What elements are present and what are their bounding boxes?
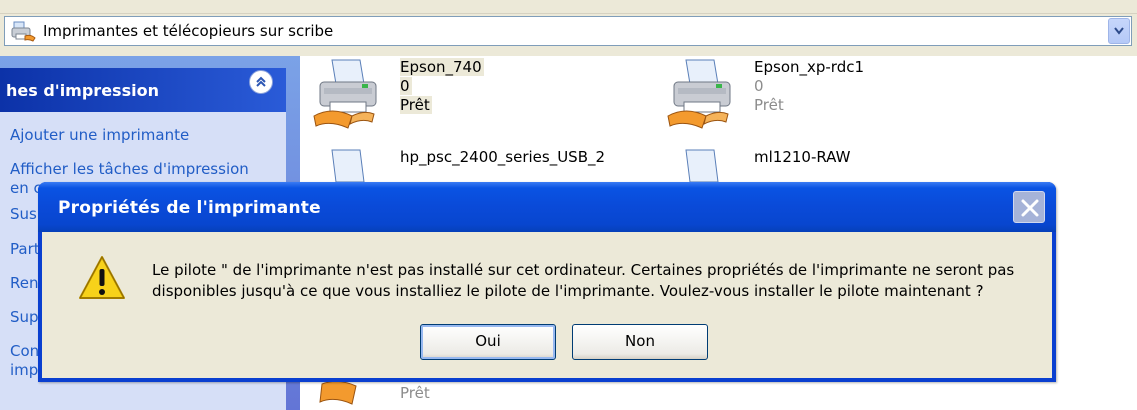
close-icon[interactable] bbox=[1013, 191, 1045, 223]
task-link-add-printer[interactable]: Ajouter une imprimante bbox=[10, 126, 189, 144]
dialog-titlebar[interactable]: Propriétés de l'imprimante bbox=[38, 182, 1056, 232]
printer-name: Epson_xp-rdc1 bbox=[754, 58, 865, 76]
task-group-title: hes d'impression bbox=[6, 81, 159, 100]
printer-labels: Epson_xp-rdc1 0 Prêt bbox=[754, 58, 864, 115]
chevron-down-icon[interactable] bbox=[1108, 18, 1130, 44]
dialog-message-line-1: Le pilote " de l'imprimante n'est pas in… bbox=[152, 261, 1015, 279]
warning-icon bbox=[78, 254, 126, 302]
double-chevron-up-icon[interactable] bbox=[249, 70, 273, 94]
dialog-message: Le pilote " de l'imprimante n'est pas in… bbox=[152, 260, 1042, 302]
printers-folder-icon bbox=[11, 20, 37, 42]
address-combo[interactable]: Imprimantes et télécopieurs sur scribe bbox=[4, 16, 1132, 46]
printer-labels: Prêt bbox=[400, 384, 430, 403]
task-link-view-jobs[interactable]: Afficher les tâches d'impression bbox=[10, 160, 249, 178]
printer-jobs: 0 bbox=[754, 77, 764, 95]
printer-name: Epson_740 bbox=[400, 58, 484, 76]
printer-icon bbox=[312, 58, 392, 130]
yes-button[interactable]: Oui bbox=[420, 324, 556, 360]
printer-status: Prêt bbox=[400, 96, 432, 114]
printer-status: Prêt bbox=[400, 384, 430, 402]
printer-icon bbox=[666, 58, 746, 130]
printer-jobs: 0 bbox=[400, 77, 412, 95]
printer-labels: Epson_740 0 Prêt bbox=[400, 58, 484, 115]
dialog-title: Propriétés de l'imprimante bbox=[58, 198, 321, 218]
dialog-body: Le pilote " de l'imprimante n'est pas in… bbox=[42, 232, 1052, 378]
printer-status: Prêt bbox=[754, 96, 784, 114]
printer-labels: hp_psc_2400_series_USB_2 bbox=[400, 148, 605, 167]
printer-properties-dialog: Propriétés de l'imprimante Le pilote " d… bbox=[38, 182, 1056, 382]
menu-strip bbox=[0, 0, 1137, 14]
printer-name: hp_psc_2400_series_USB_2 bbox=[400, 148, 606, 166]
address-bar: Imprimantes et télécopieurs sur scribe bbox=[0, 0, 1137, 56]
printer-labels: ml1210-RAW bbox=[754, 148, 850, 167]
printer-name: ml1210-RAW bbox=[754, 148, 851, 166]
task-group-header[interactable]: hes d'impression bbox=[0, 68, 286, 112]
address-text: Imprimantes et télécopieurs sur scribe bbox=[43, 22, 334, 40]
no-button[interactable]: Non bbox=[572, 324, 708, 360]
task-link-view-jobs-cont[interactable]: en c bbox=[10, 179, 42, 197]
printer-icon bbox=[312, 378, 392, 410]
dialog-message-line-2: disponibles jusqu'à ce que vous installi… bbox=[152, 282, 984, 300]
